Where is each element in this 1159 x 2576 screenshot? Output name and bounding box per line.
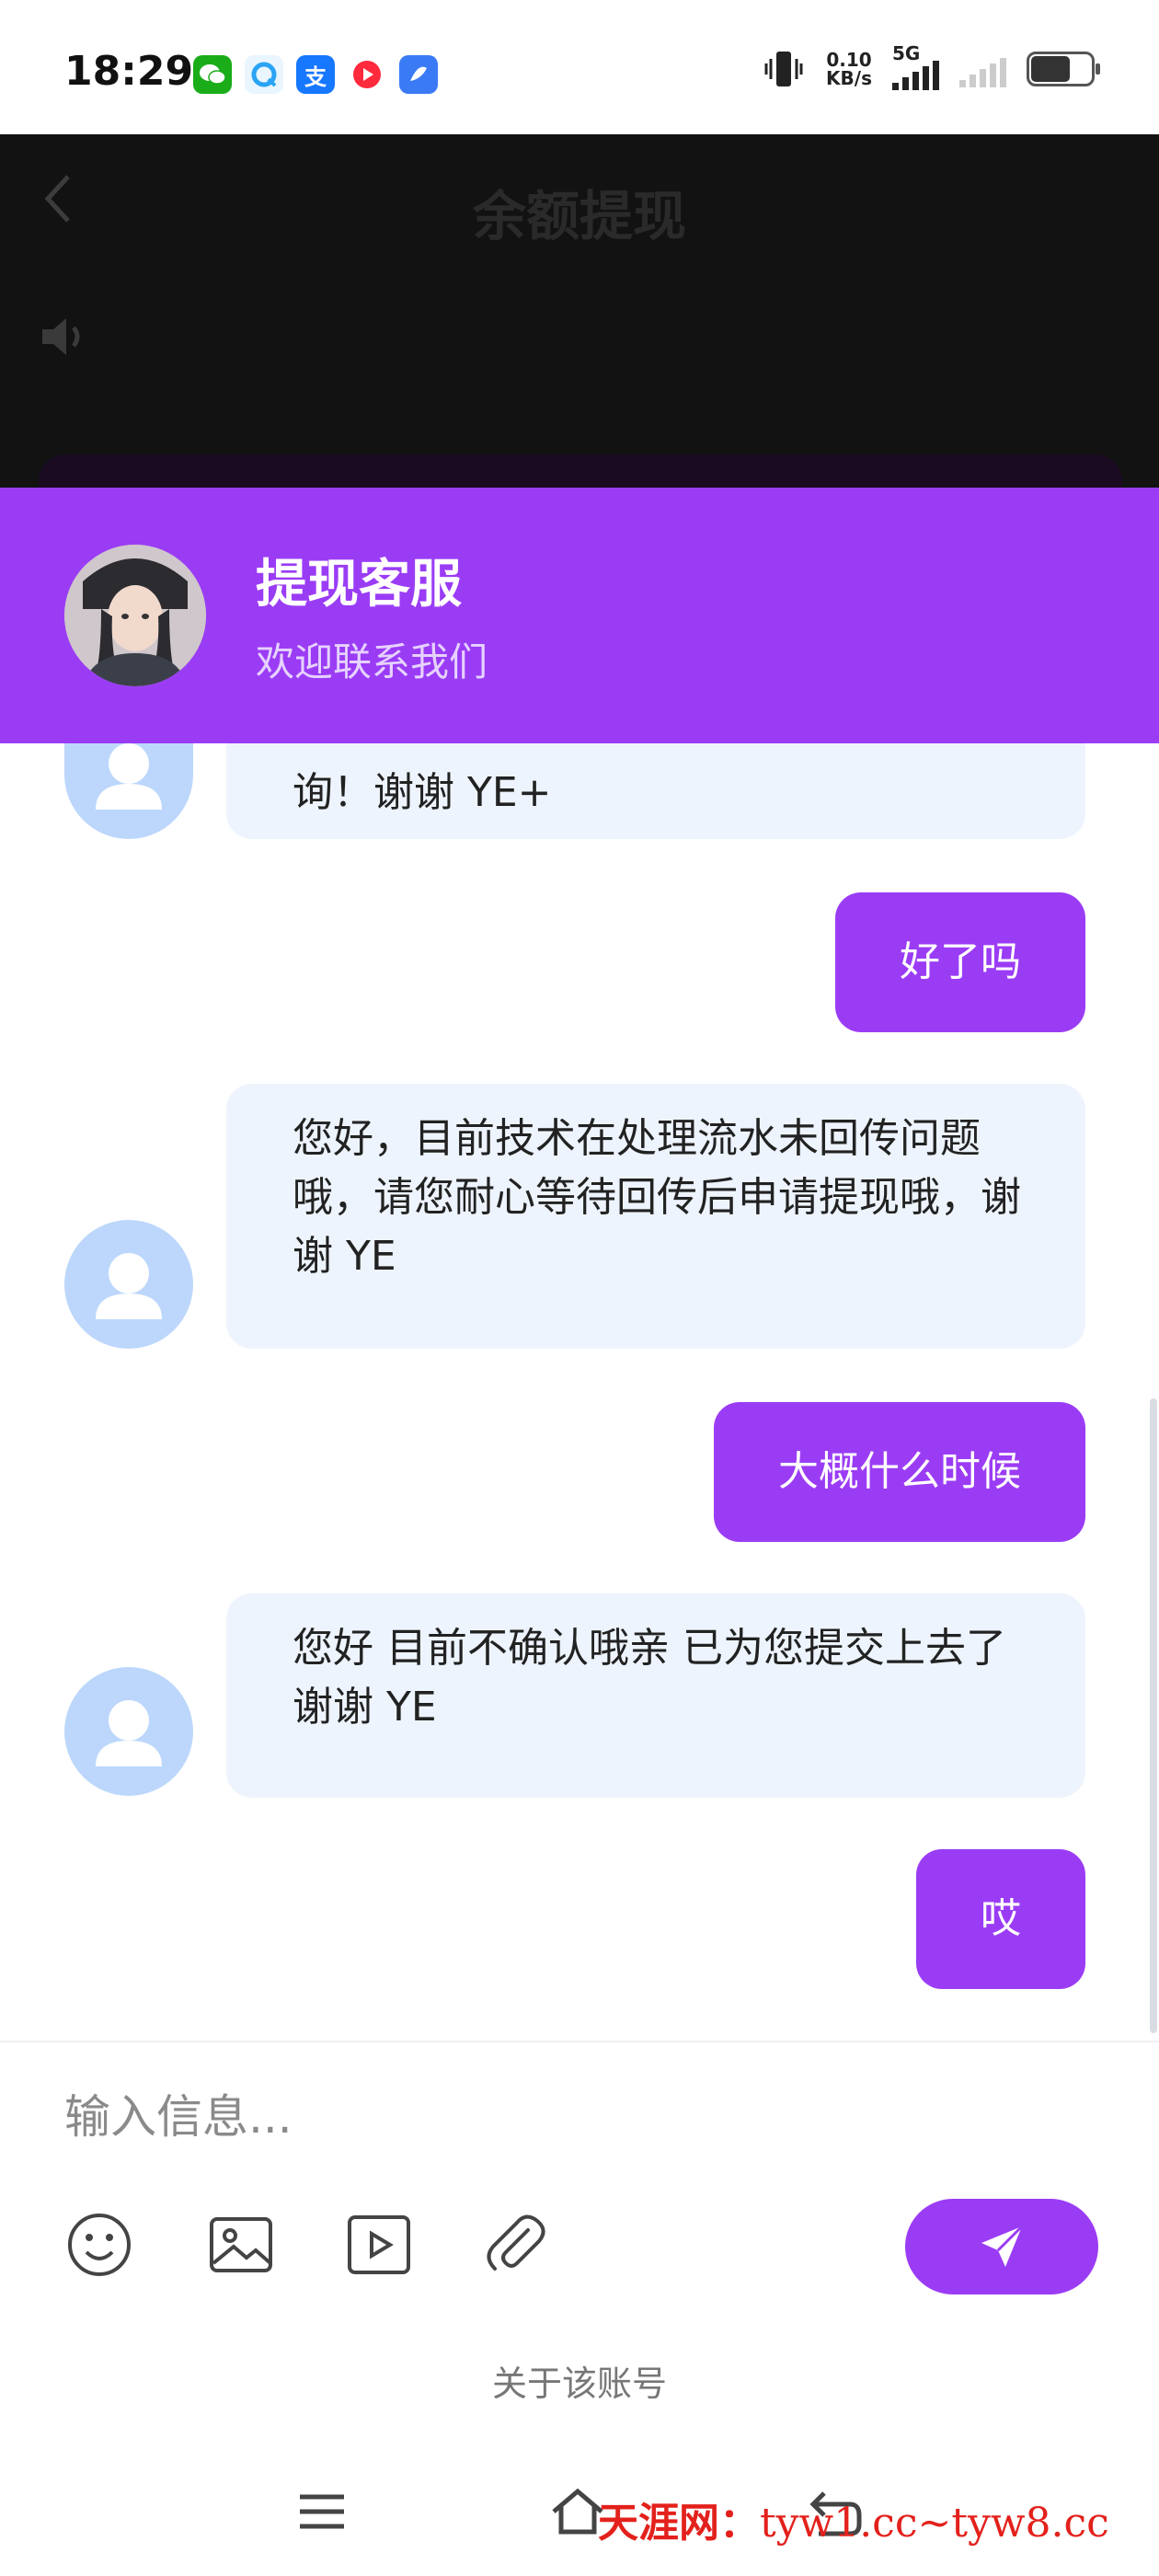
message-bubble-agent: 询！谢谢 YE+ (226, 743, 1085, 839)
agent-avatar-small (64, 1220, 193, 1349)
agent-header: 提现客服 欢迎联系我们 (0, 488, 1159, 743)
chat-area[interactable]: 询！谢谢 YE+ 好了吗 您好，目前技术在处理流水未回传问题哦，请您耐心等待回传… (0, 743, 1159, 2041)
app-icon (399, 55, 438, 94)
signal-5g: 5G (892, 42, 939, 90)
chat-scrollbar[interactable] (1150, 1398, 1157, 2033)
message-text: 询！谢谢 YE+ (293, 769, 552, 816)
message-text: 您好 目前不确认哦亲 已为您提交上去了 谢谢 YE (293, 1625, 1006, 1731)
composer: 关于该账号 (0, 2041, 1159, 2404)
message-bubble-user: 好了吗 (835, 892, 1085, 1032)
message-bubble-user: 哎 (916, 1849, 1085, 1989)
alipay-icon: 支 (296, 55, 335, 94)
browser-icon (245, 55, 283, 94)
message-bubble-agent: 您好 目前不确认哦亲 已为您提交上去了 谢谢 YE (226, 1593, 1085, 1798)
video-icon[interactable] (344, 2210, 414, 2280)
wechat-icon (193, 55, 232, 94)
message-text: 哎 (981, 1895, 1021, 1942)
page-title: 余额提现 (472, 185, 686, 247)
status-time: 18:29 (64, 48, 194, 95)
agent-avatar-small (64, 743, 193, 839)
signal-secondary-icon (959, 51, 1006, 87)
about-account-link[interactable]: 关于该账号 (0, 2355, 1159, 2406)
image-icon[interactable] (206, 2210, 276, 2280)
video-icon (348, 55, 386, 94)
network-type: 5G (892, 42, 921, 64)
message-text: 好了吗 (900, 938, 1021, 985)
vibrate-icon (764, 52, 803, 86)
system-nav-bar: 天涯网：tyw1.cc~tyw8.cc (0, 2462, 1159, 2576)
page-header-overlay: 余额提现 (0, 134, 1159, 510)
net-speed-value: 0.10 (826, 49, 872, 71)
watermark: 天涯网：tyw1.cc~tyw8.cc (598, 2490, 1109, 2548)
speaker-icon[interactable] (37, 309, 92, 376)
message-input[interactable] (64, 2076, 1076, 2158)
menu-icon[interactable] (294, 2484, 350, 2543)
agent-name: 提现客服 (256, 555, 462, 615)
net-speed-unit: KB/s (826, 67, 872, 89)
watermark-site-name: 天涯网 (598, 2500, 719, 2547)
watermark-separator: ： (719, 2500, 760, 2547)
status-right: 0.10 KB/s 5G (762, 42, 1100, 90)
message-bubble-agent: 您好，目前技术在处理流水未回传问题哦，请您耐心等待回传后申请提现哦，谢谢 YE (226, 1084, 1085, 1349)
message-text: 您好，目前技术在处理流水未回传问题哦，请您耐心等待回传后申请提现哦，谢谢 YE (293, 1115, 1021, 1280)
net-speed: 0.10 KB/s (826, 51, 872, 87)
watermark-url: tyw1.cc~tyw8.cc (760, 2500, 1109, 2547)
send-icon (981, 2225, 1024, 2267)
agent-avatar (64, 545, 206, 686)
message-text: 大概什么时候 (778, 1448, 1021, 1495)
alipay-glyph: 支 (304, 63, 327, 90)
message-bubble-user: 大概什么时候 (714, 1402, 1085, 1542)
status-bar: 18:29 支 0.10 KB/s 5G (0, 0, 1159, 134)
notification-icons: 支 (193, 55, 438, 94)
emoji-icon[interactable] (64, 2210, 134, 2280)
battery-fill (1031, 56, 1070, 82)
send-button[interactable] (905, 2199, 1098, 2294)
attachment-icon[interactable] (480, 2210, 550, 2280)
battery-icon (1027, 52, 1100, 86)
agent-avatar-small (64, 1667, 193, 1796)
agent-subtitle: 欢迎联系我们 (256, 639, 488, 684)
